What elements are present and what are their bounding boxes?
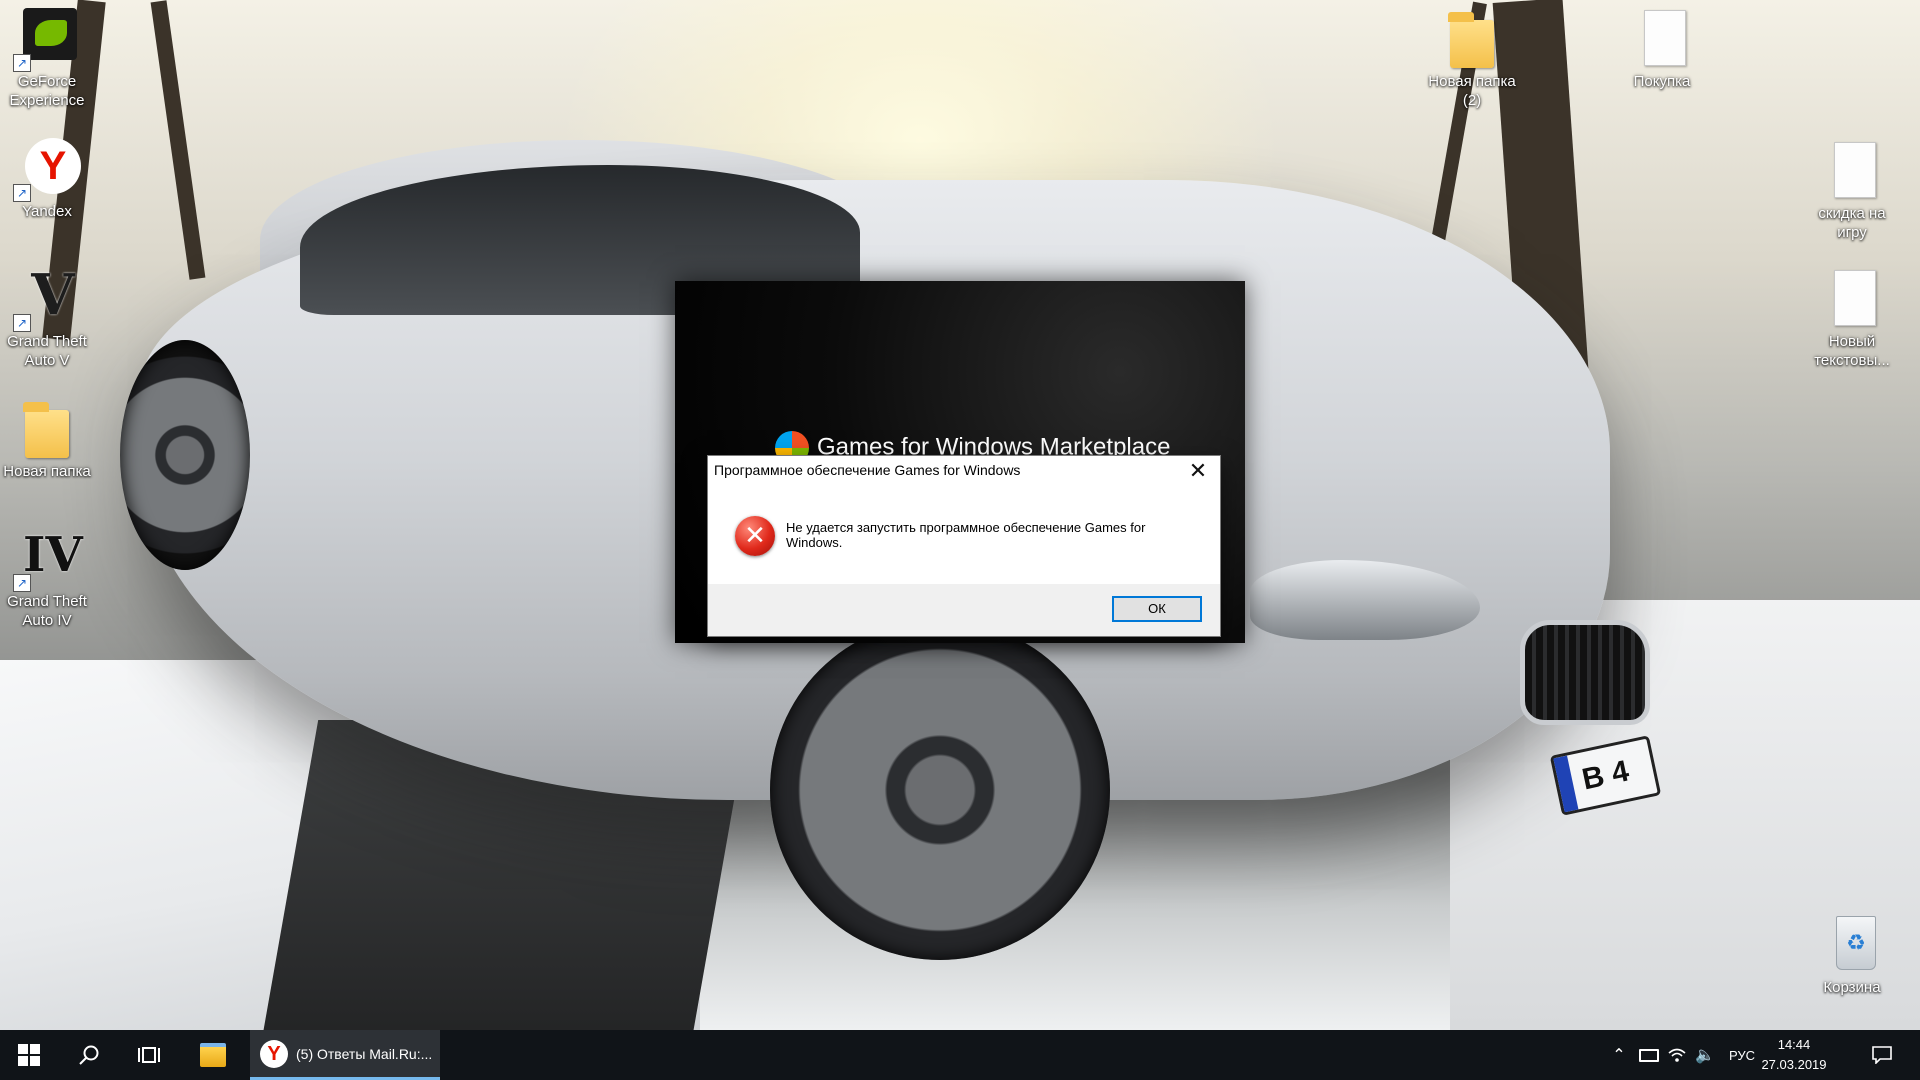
wallpaper-tree-left-2 <box>150 0 206 280</box>
nvidia-icon: ↗ <box>13 6 79 72</box>
wallpaper-car-grille <box>1520 620 1650 725</box>
desktop-icon-new-folder[interactable]: Новая папка <box>0 396 94 481</box>
desktop-icon-recycle-bin[interactable]: ♻ Корзина <box>1805 912 1899 997</box>
volume-button[interactable]: 🔈 <box>1693 1030 1717 1080</box>
clock-time: 14:44 <box>1777 1037 1811 1052</box>
desktop-icon-geforce-experience[interactable]: ↗ GeForce Experience <box>0 6 94 110</box>
ok-button[interactable]: ОК <box>1112 596 1202 622</box>
recycle-bin-icon: ♻ <box>1820 912 1884 976</box>
gta4-icon: IV ↗ <box>13 526 83 592</box>
file-explorer-button[interactable] <box>186 1030 240 1080</box>
close-button[interactable]: ✕ <box>1176 456 1220 486</box>
shortcut-arrow-icon: ↗ <box>13 574 31 592</box>
desktop-icon-gta-v[interactable]: V ↗ Grand Theft Auto V <box>0 266 94 370</box>
desktop-icon-new-folder-2[interactable]: Новая папка (2) <box>1425 6 1519 110</box>
error-icon: ✕ <box>735 516 775 556</box>
folder-icon <box>1440 6 1504 70</box>
desktop-icon-label: Yandex <box>22 203 72 220</box>
text-file-icon <box>1820 266 1884 330</box>
wallpaper-front-wheel <box>770 620 1110 960</box>
error-dialog: Программное обеспечение Games for Window… <box>707 455 1221 637</box>
desktop-icon-label: GeForce Experience <box>9 73 85 109</box>
search-button[interactable] <box>62 1030 116 1080</box>
yandex-icon: Y <box>260 1039 288 1068</box>
desktop-icon-label: Новая папка (2) <box>1428 73 1516 109</box>
speaker-icon: 🔈 <box>1695 1047 1715 1064</box>
yandex-icon: Y ↗ <box>13 136 81 202</box>
desktop-icon-gta-iv[interactable]: IV ↗ Grand Theft Auto IV <box>0 526 94 630</box>
desktop-icon-skidka[interactable]: скидка на игру <box>1805 138 1899 242</box>
desktop-icon-pokupka[interactable]: Покупка <box>1615 6 1709 91</box>
desktop-icon-label: Корзина <box>1823 979 1881 996</box>
wallpaper-rear-wheel <box>120 340 250 570</box>
desktop-icon-label: Новый текстовы... <box>1814 333 1890 369</box>
taskbar: Y (5) Ответы Mail.Ru:... ⌃ 🔈 РУС 14:44 2… <box>0 1030 1920 1080</box>
clock-date: 27.03.2019 <box>1761 1057 1827 1072</box>
search-icon <box>79 1045 99 1065</box>
notification-icon <box>1872 1046 1892 1064</box>
action-center-button[interactable] <box>1862 1030 1902 1080</box>
shortcut-arrow-icon: ↗ <box>13 314 31 332</box>
task-view-icon <box>138 1047 160 1063</box>
shortcut-arrow-icon: ↗ <box>13 54 31 72</box>
wifi-icon <box>1668 1048 1686 1062</box>
desktop-icon-label: Покупка <box>1633 73 1691 90</box>
desktop-icon-label: Grand Theft Auto V <box>7 333 87 369</box>
dialog-message: Не удается запустить программное обеспеч… <box>786 520 1146 550</box>
battery-button[interactable] <box>1637 1030 1661 1080</box>
clock[interactable]: 14:44 27.03.2019 <box>1752 1035 1836 1075</box>
text-file-icon <box>1630 6 1694 70</box>
taskbar-task-label: (5) Ответы Mail.Ru:... <box>296 1045 433 1062</box>
folder-icon <box>200 1043 226 1067</box>
dialog-title: Программное обеспечение Games for Window… <box>714 462 1021 478</box>
windows-logo-icon <box>18 1044 40 1066</box>
task-view-button[interactable] <box>122 1030 176 1080</box>
show-hidden-icons-button[interactable]: ⌃ <box>1607 1030 1631 1080</box>
desktop-icon-label: скидка на игру <box>1818 205 1886 241</box>
battery-icon <box>1639 1048 1659 1062</box>
shortcut-arrow-icon: ↗ <box>13 184 31 202</box>
network-button[interactable] <box>1665 1030 1689 1080</box>
chevron-up-icon: ⌃ <box>1612 1047 1626 1064</box>
taskbar-yandex-window[interactable]: Y (5) Ответы Mail.Ru:... <box>250 1030 440 1080</box>
start-button[interactable] <box>2 1030 56 1080</box>
desktop-icon-yandex[interactable]: Y ↗ Yandex <box>0 136 94 221</box>
desktop-icon-label: Grand Theft Auto IV <box>7 593 87 629</box>
dialog-footer: ОК <box>708 584 1220 636</box>
desktop-icon-new-text-file[interactable]: Новый текстовы... <box>1805 266 1899 370</box>
text-file-icon <box>1820 138 1884 202</box>
desktop-icon-label: Новая папка <box>3 463 91 480</box>
gta5-icon: V ↗ <box>13 266 79 332</box>
desktop: B 4 ↗ GeForce Experience Y ↗ Yandex V ↗ … <box>0 0 1920 1030</box>
folder-icon <box>15 396 79 460</box>
